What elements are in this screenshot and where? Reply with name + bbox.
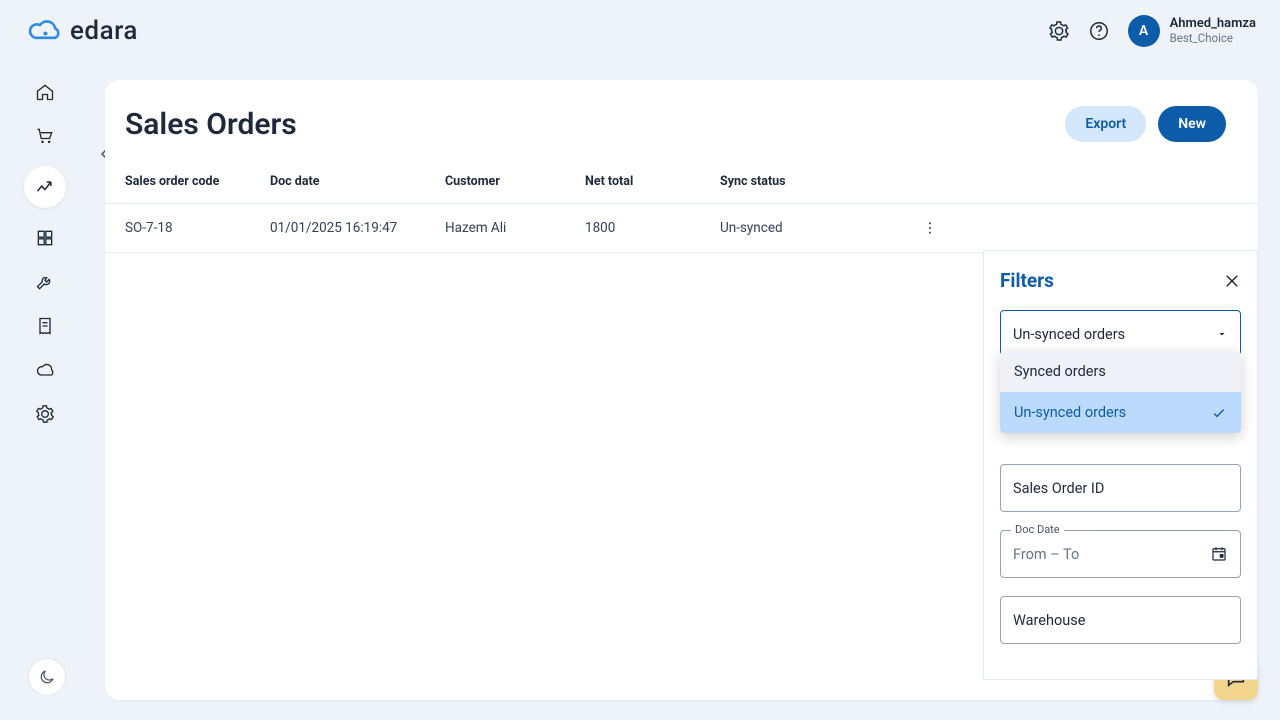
filters-title: Filters [1000,269,1054,292]
cart-icon[interactable] [35,126,55,146]
sales-order-id-field[interactable]: Sales Order ID [1000,464,1241,512]
sales-icon[interactable] [24,166,66,208]
home-icon[interactable] [35,82,55,102]
gear-icon[interactable] [1048,20,1070,42]
col-sync-status[interactable]: Sync status [720,174,870,189]
avatar: A [1128,15,1160,47]
doc-date-placeholder: From – To [1013,546,1079,563]
logo[interactable]: edara [28,16,138,46]
table: Sales order code Doc date Customer Net t… [105,160,1258,700]
brand-text: edara [70,16,138,46]
inventory-icon[interactable] [35,228,55,248]
cloud-icon[interactable] [35,360,55,380]
user-name: Ahmed_hamza [1170,16,1256,32]
col-customer[interactable]: Customer [445,174,585,189]
check-icon [1211,405,1227,421]
col-code[interactable]: Sales order code [125,174,270,189]
sync-status-value: Un-synced orders [1013,326,1125,343]
user-menu[interactable]: A Ahmed_hamza Best_Choice [1128,15,1256,47]
warehouse-field[interactable]: Warehouse [1000,596,1241,644]
sync-status-dropdown: Synced orders Un-synced orders [1000,351,1241,433]
doc-date-float-label: Doc Date [1011,523,1064,536]
cell-net-total: 1800 [585,220,720,236]
table-header: Sales order code Doc date Customer Net t… [105,160,1258,204]
receipt-icon[interactable] [35,316,55,336]
help-icon[interactable] [1088,20,1110,42]
table-row[interactable]: SO-7-18 01/01/2025 16:19:47 Hazem Ali 18… [105,204,1258,253]
cell-doc-date: 01/01/2025 16:19:47 [270,220,445,236]
settings-icon[interactable] [35,404,55,424]
topbar: edara A Ahmed_hamza Best_Choice [0,0,1280,62]
col-net-total[interactable]: Net total [585,174,720,189]
dropdown-option-synced[interactable]: Synced orders [1000,351,1241,392]
sidebar [0,62,90,720]
dropdown-option-unsynced[interactable]: Un-synced orders [1000,392,1241,433]
cell-code: SO-7-18 [125,220,270,236]
new-button[interactable]: New [1158,106,1226,142]
moon-icon [38,668,56,686]
sales-order-id-label: Sales Order ID [1013,480,1104,497]
cell-sync-status: Un-synced [720,220,870,236]
row-menu-icon[interactable] [922,220,938,236]
warehouse-label: Warehouse [1013,612,1085,629]
col-doc-date[interactable]: Doc date [270,174,445,189]
page-title: Sales Orders [125,107,297,142]
caret-down-icon [1216,328,1228,340]
filters-panel: Filters Un-synced orders Synced orders U… [983,250,1258,680]
cloud-logo-icon [28,19,62,43]
user-org: Best_Choice [1170,32,1256,46]
doc-date-field[interactable]: Doc Date From – To [1000,530,1241,578]
wrench-icon[interactable] [35,272,55,292]
calendar-icon[interactable] [1210,545,1228,563]
main-card: Sales Orders Export New Sales order code… [105,80,1258,700]
theme-toggle[interactable] [28,658,66,696]
close-icon[interactable] [1223,272,1241,290]
export-button[interactable]: Export [1065,106,1146,142]
cell-customer: Hazem Ali [445,220,585,236]
